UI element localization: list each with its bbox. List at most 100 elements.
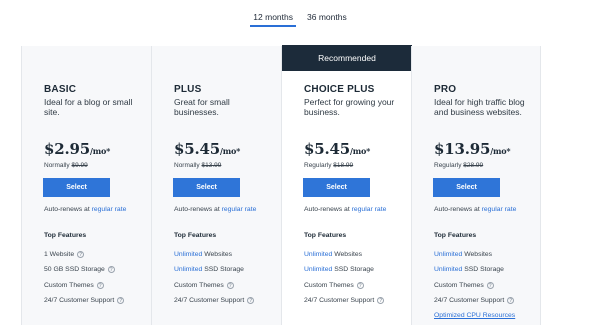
plan-description: Perfect for growing your business. xyxy=(304,97,395,117)
optimized-cpu-link[interactable]: Optimized CPU Resources xyxy=(434,308,515,323)
autorenew-text: Auto-renews at xyxy=(174,206,220,213)
select-button-plus[interactable]: Select xyxy=(173,178,240,197)
features-title: Top Features xyxy=(44,232,87,239)
feature-item: 24/7 Customer Support? xyxy=(174,293,255,308)
autorenew-note: Auto-renews at regular rate xyxy=(44,206,126,213)
regular-rate-link[interactable]: regular rate xyxy=(222,206,257,213)
feature-text: Websites xyxy=(204,251,233,258)
features-title: Top Features xyxy=(174,232,217,239)
normal-price-label: Regularly xyxy=(304,162,332,169)
autorenew-text: Auto-renews at xyxy=(434,206,480,213)
feature-item: 24/7 Customer Support? xyxy=(44,293,125,308)
normal-price-label: Normally xyxy=(44,162,70,169)
plan-card-plus: PLUS Great for small businesses. $5.45/m… xyxy=(151,46,281,325)
pricing-plans: BASIC Ideal for a blog or small site. $2… xyxy=(21,45,541,325)
feature-list: 1 Website? 50 GB SSD Storage? Custom The… xyxy=(44,247,125,308)
plan-card-pro: PRO Ideal for high traffic blog and busi… xyxy=(411,46,541,325)
price-amount: $2.95 xyxy=(44,140,90,158)
info-icon[interactable]: ? xyxy=(247,297,255,305)
select-button-choice-plus[interactable]: Select xyxy=(303,178,370,197)
feature-text: Custom Themes xyxy=(434,281,484,289)
autorenew-text: Auto-renews at xyxy=(304,206,350,213)
feature-item: Unlimited Websites xyxy=(304,247,384,262)
price-amount: $5.45 xyxy=(174,140,220,158)
info-icon[interactable]: ? xyxy=(96,281,104,289)
feature-text: SSD Storage xyxy=(464,266,504,274)
features-title: Top Features xyxy=(304,232,347,239)
feature-item: 50 GB SSD Storage? xyxy=(44,262,124,277)
plan-card-choice-plus: Recommended CHOICE PLUS Perfect for grow… xyxy=(281,45,412,325)
info-icon[interactable]: ? xyxy=(107,266,115,274)
feature-text: SSD Storage xyxy=(334,266,374,274)
plan-price: $2.95/mo* xyxy=(44,140,110,158)
feature-text: Custom Themes xyxy=(304,281,354,289)
info-icon[interactable]: ? xyxy=(377,297,385,305)
autorenew-note: Auto-renews at regular rate xyxy=(434,206,516,213)
feature-text: 50 GB SSD Storage xyxy=(44,266,105,274)
feature-item: Unlimited Websites xyxy=(434,247,515,262)
normal-price-label: Regularly xyxy=(434,162,462,169)
normal-price-value: $13.99 xyxy=(201,162,222,169)
feature-text: 1 Website xyxy=(44,251,75,258)
feature-text: 24/7 Customer Support xyxy=(434,296,505,304)
plan-name: BASIC xyxy=(44,84,77,95)
plan-card-basic: BASIC Ideal for a blog or small site. $2… xyxy=(21,46,151,325)
select-button-basic[interactable]: Select xyxy=(43,178,110,197)
feature-item: 24/7 Customer Support? xyxy=(304,293,385,308)
plan-name: CHOICE PLUS xyxy=(304,84,375,95)
autorenew-note: Auto-renews at regular rate xyxy=(174,206,256,213)
select-button-pro[interactable]: Select xyxy=(433,178,500,197)
normal-price-label: Normally xyxy=(174,162,200,169)
feature-list: Unlimited Websites Unlimited SSD Storage… xyxy=(434,247,515,323)
feature-item: Optimized CPU Resources xyxy=(434,308,515,323)
info-icon[interactable]: ? xyxy=(486,281,494,289)
regular-rate-link[interactable]: regular rate xyxy=(482,206,517,213)
info-icon[interactable]: ? xyxy=(77,251,85,259)
plan-description: Ideal for high traffic blog and business… xyxy=(434,97,525,117)
feature-highlight: Unlimited xyxy=(434,251,463,258)
feature-highlight: Unlimited xyxy=(174,266,203,274)
feature-text: SSD Storage xyxy=(204,266,244,274)
feature-text: Custom Themes xyxy=(174,281,224,289)
normal-price: Regularly $28.99 xyxy=(434,162,483,169)
billing-term-toggle: 12 months 36 months xyxy=(0,11,600,27)
price-amount: $13.95 xyxy=(434,140,491,158)
feature-item: Custom Themes? xyxy=(44,278,124,293)
feature-item: Unlimited SSD Storage xyxy=(174,262,254,277)
info-icon[interactable]: ? xyxy=(507,297,515,305)
recommended-banner: Recommended xyxy=(282,45,412,71)
plan-description: Ideal for a blog or small site. xyxy=(44,97,133,117)
plan-price: $13.95/mo* xyxy=(434,140,511,158)
feature-item: Unlimited SSD Storage xyxy=(304,262,384,277)
plan-name: PLUS xyxy=(174,84,202,95)
plan-description: Great for small businesses. xyxy=(174,97,230,117)
feature-list: Unlimited Websites Unlimited SSD Storage… xyxy=(174,247,255,308)
feature-highlight: Unlimited xyxy=(174,251,203,258)
normal-price-value: $9.99 xyxy=(71,162,88,169)
info-icon[interactable]: ? xyxy=(356,281,364,289)
price-amount: $5.45 xyxy=(304,140,350,158)
feature-list: Unlimited Websites Unlimited SSD Storage… xyxy=(304,247,385,308)
info-icon[interactable]: ? xyxy=(117,297,125,305)
feature-item: Unlimited SSD Storage xyxy=(434,262,515,277)
normal-price: Regularly $18.99 xyxy=(304,162,353,169)
plan-price: $5.45/mo* xyxy=(174,140,240,158)
plan-price: $5.45/mo* xyxy=(304,140,370,158)
feature-item: 24/7 Customer Support? xyxy=(434,293,515,308)
term-option-12-months[interactable]: 12 months xyxy=(250,11,296,27)
price-period: /mo* xyxy=(89,146,111,156)
feature-item: 1 Website? xyxy=(44,247,124,262)
term-option-36-months[interactable]: 36 months xyxy=(304,11,350,27)
feature-highlight: Unlimited xyxy=(434,266,463,274)
regular-rate-link[interactable]: regular rate xyxy=(352,206,387,213)
feature-text: Custom Themes xyxy=(44,281,94,289)
normal-price: Normally $9.99 xyxy=(44,162,88,169)
info-icon[interactable]: ? xyxy=(226,281,234,289)
feature-item: Custom Themes? xyxy=(434,278,515,293)
autorenew-text: Auto-renews at xyxy=(44,206,90,213)
normal-price: Normally $13.99 xyxy=(174,162,221,169)
feature-item: Custom Themes? xyxy=(304,278,384,293)
feature-text: 24/7 Customer Support xyxy=(304,296,375,304)
regular-rate-link[interactable]: regular rate xyxy=(92,206,127,213)
feature-text: 24/7 Customer Support xyxy=(174,296,245,304)
